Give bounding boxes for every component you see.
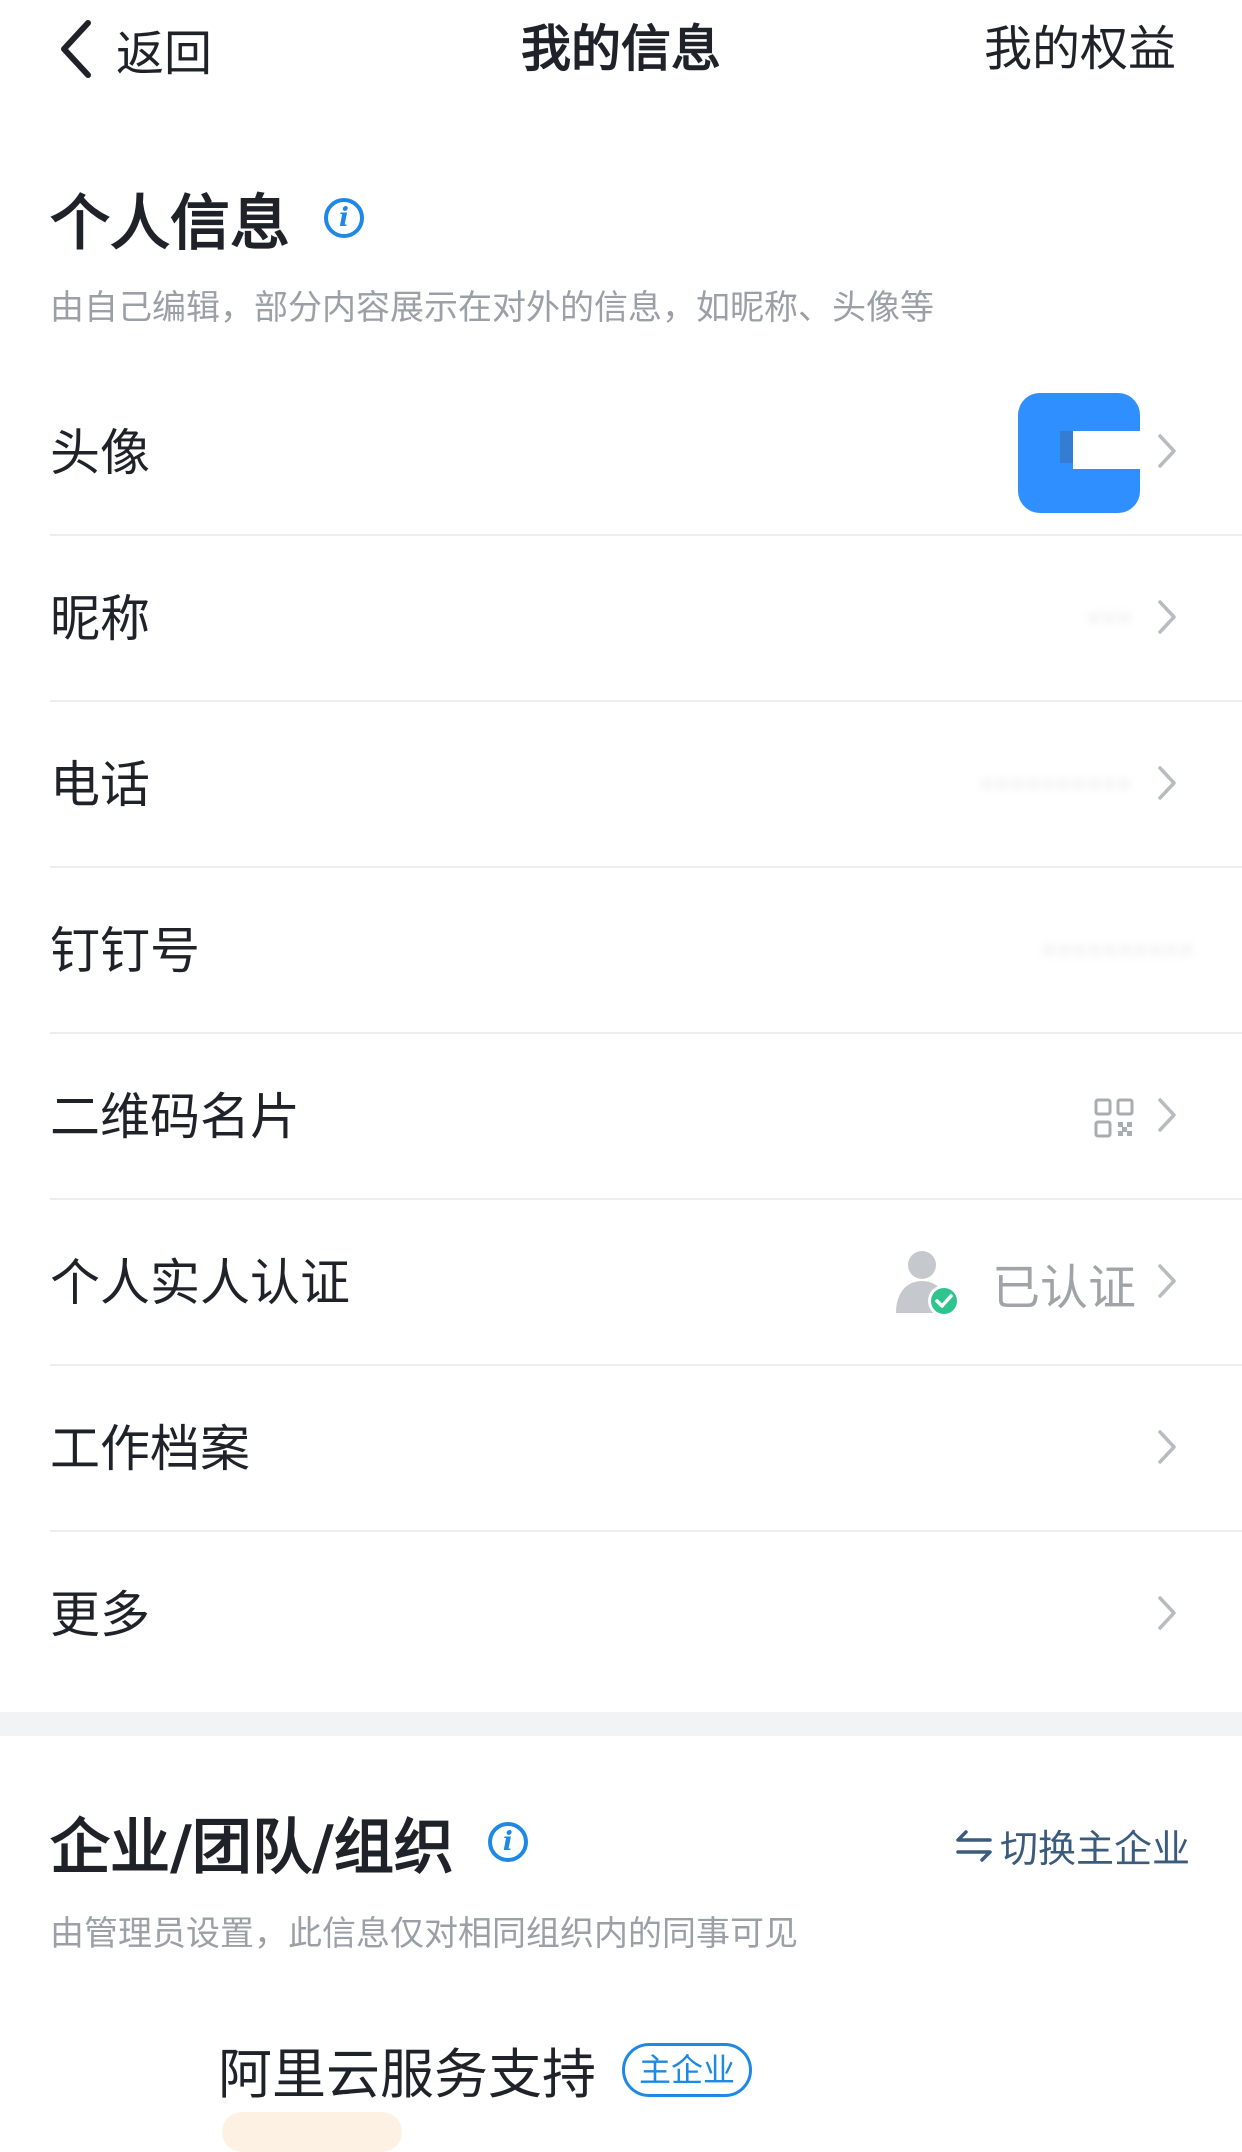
chevron-right-icon: [1158, 1264, 1176, 1298]
main-company-badge: 主企业: [622, 2042, 753, 2097]
chevron-right-icon: [1158, 1098, 1176, 1132]
switch-main-company-button[interactable]: 切换主企业: [954, 1818, 1190, 1873]
chevron-right-icon: [1158, 1430, 1176, 1464]
qr-code-icon: [1094, 1098, 1134, 1138]
row-avatar[interactable]: 头像: [50, 370, 1242, 536]
row-label: 个人实人认证: [50, 1254, 350, 1312]
verification-status: 已认证: [892, 1200, 1136, 1366]
section-divider: [0, 1712, 1242, 1736]
row-label: 更多: [50, 1586, 150, 1644]
row-nickname[interactable]: 昵称 ···: [50, 536, 1242, 702]
row-dingtalk-id[interactable]: 钉钉号 ··········: [50, 868, 1242, 1034]
my-benefits-link[interactable]: 我的权益: [984, 14, 1176, 84]
personal-info-header: 个人信息 i: [50, 178, 364, 259]
row-label: 昵称: [50, 590, 150, 648]
personal-info-subtitle: 由自己编辑，部分内容展示在对外的信息，如昵称、头像等: [50, 288, 934, 328]
row-label: 钉钉号: [50, 922, 200, 980]
row-label: 工作档案: [50, 1420, 250, 1478]
row-label: 二维码名片: [50, 1088, 300, 1146]
chevron-right-icon: [1158, 434, 1176, 468]
dingtalk-id-value: ··········: [1041, 923, 1194, 979]
row-phone[interactable]: 电话 ··········: [50, 702, 1242, 868]
row-label: 电话: [50, 756, 150, 814]
chevron-right-icon: [1158, 766, 1176, 800]
person-verified-icon: [896, 1251, 960, 1317]
verified-status-text: 已认证: [992, 1260, 1137, 1316]
info-icon[interactable]: i: [487, 1822, 528, 1862]
org-item[interactable]: 阿里云服务支持 主企业: [218, 2030, 753, 2109]
row-work-profile[interactable]: 工作档案: [50, 1366, 1242, 1532]
personal-info-title: 个人信息: [50, 188, 290, 259]
chevron-right-icon: [1158, 600, 1176, 634]
switch-main-company-label: 切换主企业: [999, 1827, 1190, 1871]
org-header: 企业/团队/组织 i: [50, 1802, 528, 1883]
row-label: 头像: [50, 424, 150, 482]
row-qr-card[interactable]: 二维码名片: [50, 1034, 1242, 1200]
top-nav: 返回 我的信息 我的权益: [0, 0, 1242, 100]
phone-value: ··········: [979, 757, 1132, 813]
org-subtitle: 由管理员设置，此信息仅对相同组织内的同事可见: [50, 1914, 798, 1954]
org-tag-partial: [222, 2112, 402, 2152]
row-more[interactable]: 更多: [50, 1532, 1242, 1698]
org-name: 阿里云服务支持: [218, 2043, 596, 2106]
switch-arrows-icon: [956, 1829, 992, 1862]
avatar: [1018, 393, 1140, 513]
info-icon[interactable]: i: [324, 198, 364, 238]
org-section-title: 企业/团队/组织: [50, 1812, 454, 1883]
chevron-right-icon: [1158, 1596, 1176, 1630]
row-identity-verification[interactable]: 个人实人认证 已认证: [50, 1200, 1242, 1366]
nickname-value: ···: [1086, 591, 1132, 647]
